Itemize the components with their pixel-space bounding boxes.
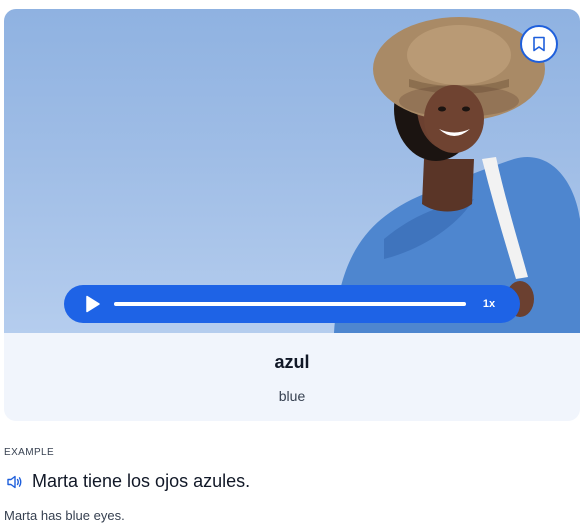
example-sentence: Marta tiene los ojos azules.	[32, 471, 251, 491]
bookmark-icon	[533, 36, 545, 52]
audio-progress-track[interactable]	[114, 302, 466, 306]
word-translation: blue	[278, 388, 306, 404]
flashcard-image: 1x	[4, 9, 580, 333]
play-icon	[86, 295, 100, 313]
bookmark-button[interactable]	[520, 25, 558, 63]
audio-progress-fill	[114, 302, 466, 306]
play-button[interactable]	[82, 294, 102, 314]
example-section-label: EXAMPLE	[4, 447, 55, 458]
vocabulary-word: azul	[274, 352, 310, 372]
speaker-icon	[7, 475, 22, 489]
example-audio-button[interactable]	[6, 473, 24, 491]
example-sentence-translation: Marta has blue eyes.	[4, 508, 125, 523]
flashcard: 1x azul blue	[4, 9, 580, 421]
playback-speed-button[interactable]: 1x	[476, 295, 502, 313]
audio-player: 1x	[64, 285, 520, 323]
